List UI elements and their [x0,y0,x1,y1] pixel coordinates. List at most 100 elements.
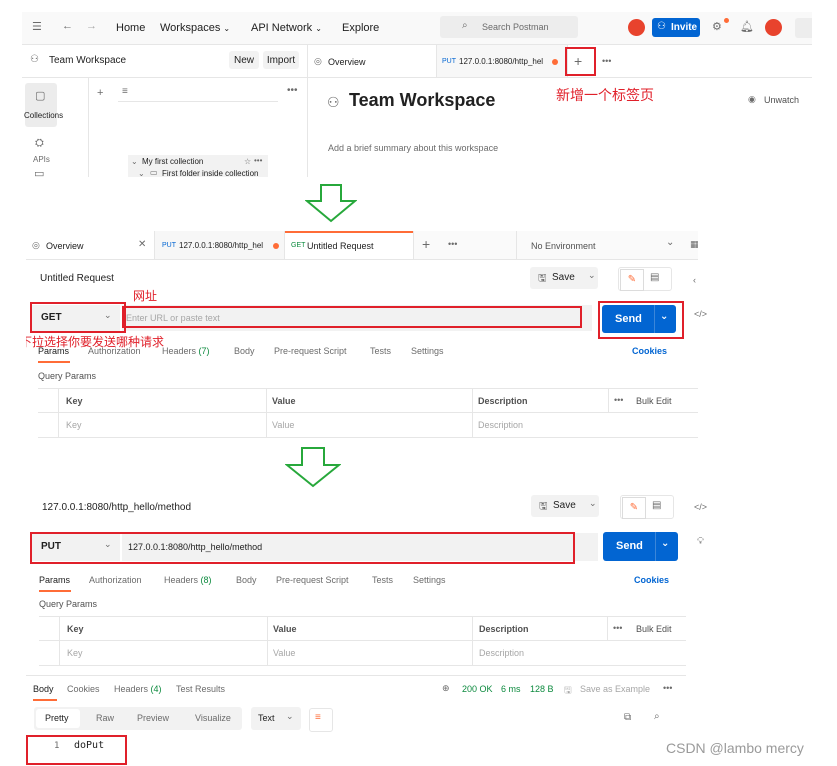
tab-get-request[interactable]: GET Untitled Request [284,231,414,259]
summary-placeholder[interactable]: Add a brief summary about this workspace [328,143,498,153]
more-tabs-icon[interactable]: ••• [602,56,611,66]
view-mode-pretty[interactable]: Pretty [36,709,80,728]
view-mode-raw[interactable]: Raw [96,713,114,723]
tab-test-results[interactable]: Test Results [176,684,225,694]
more-options-icon[interactable]: ••• [254,156,262,165]
sidebar-item-apis[interactable]: ⛭ APIs [25,135,57,165]
save-as-example-button[interactable]: Save as Example [580,684,650,694]
copy-icon[interactable]: ⧉ [624,712,631,723]
status-code[interactable]: 200 OK [462,684,493,694]
bulk-edit-button[interactable]: Bulk Edit [636,396,672,406]
more-options-icon[interactable]: ••• [614,395,623,405]
avatar-icon[interactable] [628,19,645,36]
nav-home[interactable]: Home [116,22,145,34]
tab-headers[interactable]: Headers (4) [114,684,162,694]
collection-tree: ⌄ My first collection ☆ ••• ⌄ ▭ First fo… [128,155,268,177]
tab-body[interactable]: Body [236,575,257,585]
new-tab-button[interactable]: + [422,236,430,252]
tab-tests[interactable]: Tests [370,346,391,356]
tab-body[interactable]: Body [33,684,54,694]
key-input[interactable]: Key [66,420,82,430]
annotation-box-new-tab [565,47,596,76]
add-collection-icon[interactable]: + [97,87,103,99]
search-icon[interactable]: ⌕ [654,711,660,722]
tab-settings[interactable]: Settings [413,575,446,585]
collection-filter-input[interactable]: ≡ [118,85,278,102]
more-tabs-icon[interactable]: ••• [448,239,457,249]
close-icon[interactable]: ✕ [138,239,146,250]
tab-put-request[interactable]: PUT 127.0.0.1:8080/http_hel [154,231,285,259]
lightbulb-icon[interactable]: 💡︎ [697,536,704,547]
tab-headers[interactable]: Headers (7) [162,346,210,356]
tab-pre-request-script[interactable]: Pre-request Script [276,575,349,585]
tab-headers[interactable]: Headers (8) [164,575,212,585]
comment-icon[interactable]: ▤ [652,500,661,511]
sidebar-item-collections[interactable]: ▢ Collections [24,83,63,127]
folder-name[interactable]: First folder inside collection [162,169,258,177]
tab-tests[interactable]: Tests [372,575,393,585]
tab-params[interactable]: Params [39,575,70,585]
tab-overview[interactable]: ◎ Overview [308,45,436,77]
more-options-icon[interactable]: ••• [663,683,672,693]
value-input[interactable]: Value [273,648,295,658]
format-select[interactable]: Text ⌄ [251,707,301,730]
edit-mode-toggle[interactable]: ✎ ▤ [618,267,672,291]
star-icon[interactable]: ☆ [244,157,251,166]
comment-icon[interactable]: ▤ [650,272,659,283]
code-icon[interactable]: </> [694,502,707,512]
response-size[interactable]: 128 B [530,684,554,694]
upgrade-button[interactable] [795,18,812,38]
nav-api-network[interactable]: API Network ⌄ [251,22,322,34]
wrap-lines-button[interactable]: ≡ [309,708,333,732]
key-input[interactable]: Key [67,648,83,658]
value-input[interactable]: Value [272,420,294,430]
save-button[interactable]: 🖫 Save ⌄ [531,495,599,517]
forward-icon[interactable]: → [86,20,97,32]
tab-put-request[interactable]: PUT 127.0.0.1:8080/http_hel [436,45,568,77]
description-input[interactable]: Description [478,420,523,430]
tab-pre-request-script[interactable]: Pre-request Script [274,346,347,356]
cookies-link[interactable]: Cookies [634,575,669,585]
pencil-icon[interactable]: ✎ [620,269,644,291]
menu-icon[interactable]: ☰ [32,20,42,33]
code-icon[interactable]: </> [694,309,707,319]
bell-icon[interactable]: 🔔︎ [740,20,754,33]
cookies-link[interactable]: Cookies [632,346,667,356]
tab-authorization[interactable]: Authorization [89,575,142,585]
more-options-icon[interactable]: ••• [287,85,298,96]
view-mode-label: Pretty [45,713,69,723]
chevron-down-icon[interactable]: ⌄ [661,538,669,549]
back-icon[interactable]: ← [62,20,73,32]
bulk-edit-button[interactable]: Bulk Edit [636,624,672,634]
tab-overview[interactable]: ◎ Overview ✕ [26,231,154,259]
request-name[interactable]: Untitled Request [40,273,114,284]
collapse-panel-icon[interactable]: ‹ [693,275,696,285]
description-input[interactable]: Description [479,648,524,658]
tab-body[interactable]: Body [234,346,255,356]
profile-avatar-icon[interactable] [765,19,782,36]
more-options-icon[interactable]: ••• [613,623,622,633]
collection-name[interactable]: My first collection [142,157,203,166]
send-button[interactable]: Send ⌄ [603,532,678,561]
tab-settings[interactable]: Settings [411,346,444,356]
search-input[interactable]: ⌕ Search Postman [440,16,578,38]
pencil-icon[interactable]: ✎ [622,497,646,519]
new-button[interactable]: New [229,51,259,69]
nav-explore[interactable]: Explore [342,22,379,34]
environments-icon[interactable]: ▭ [34,167,44,177]
save-button[interactable]: 🖫 Save ⌄ [530,267,598,289]
environment-quick-look-icon[interactable]: ▦ [690,239,698,250]
invite-button[interactable]: ⚇ Invite [652,18,700,37]
tab-cookies[interactable]: Cookies [67,684,100,694]
environment-select[interactable]: No Environment ⌄ [526,231,676,259]
import-button[interactable]: Import [263,51,299,69]
request-name[interactable]: 127.0.0.1:8080/http_hello/method [42,502,191,513]
query-params-label: Query Params [39,599,98,609]
nav-workspaces[interactable]: Workspaces ⌄ [160,22,230,34]
watch-button[interactable]: ◉ Unwatch [748,94,808,108]
settings-icon[interactable]: ⚙ [712,20,722,33]
view-mode-preview[interactable]: Preview [137,713,169,723]
view-mode-visualize[interactable]: Visualize [195,713,231,723]
edit-mode-toggle[interactable]: ✎ ▤ [620,495,674,519]
response-time[interactable]: 6 ms [501,684,521,694]
